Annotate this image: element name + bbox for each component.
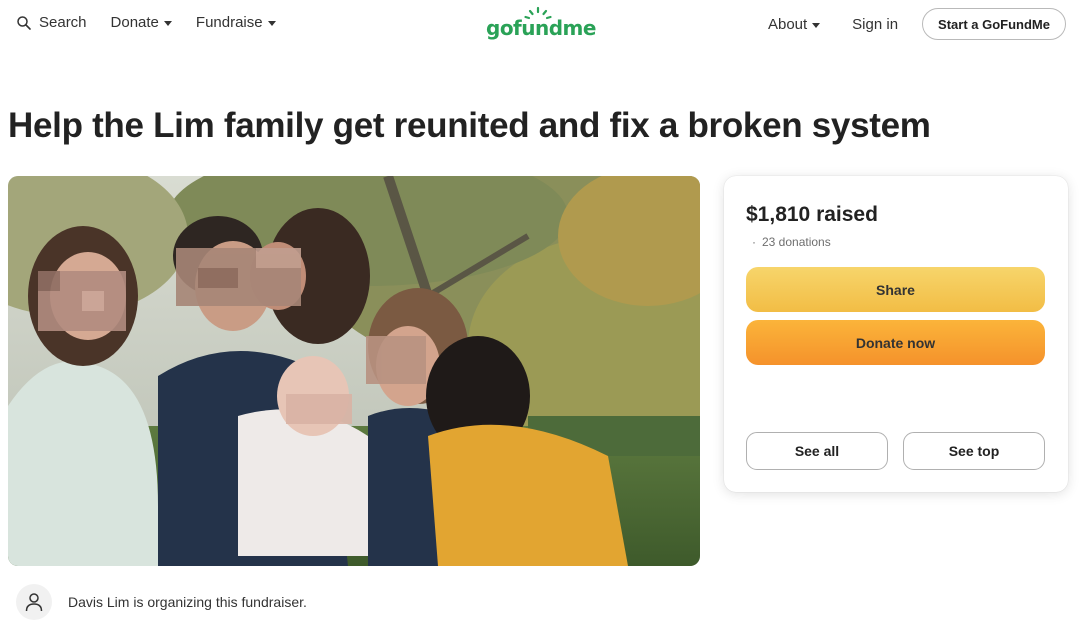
amount-raised: $1,810 raised <box>746 203 878 226</box>
chevron-down-icon <box>812 22 821 28</box>
donation-card: $1,810 raised · 23 donations Share Donate… <box>724 176 1068 492</box>
nav-right: About Sign in Start a GoFundMe <box>768 8 1066 40</box>
nav-left: Search Donate Fundraise <box>16 14 300 31</box>
donation-count: · 23 donations <box>752 235 831 249</box>
search-icon <box>17 15 31 30</box>
search-link[interactable]: Search <box>16 14 87 31</box>
search-label: Search <box>39 14 87 31</box>
organizer-text: Davis Lim is organizing this fundraiser. <box>68 594 307 610</box>
about-menu[interactable]: About <box>767 15 821 33</box>
start-gofundme-button[interactable]: Start a GoFundMe <box>922 8 1066 40</box>
donate-menu[interactable]: Donate <box>111 14 172 31</box>
family-photo <box>8 176 700 566</box>
fundraise-menu-label: Fundraise <box>195 14 263 31</box>
sign-in-link[interactable]: Sign in <box>852 16 898 33</box>
top-nav: Search Donate Fundraise gofundme About S… <box>0 0 1080 48</box>
see-all-button[interactable]: See all <box>746 432 888 470</box>
about-menu-label: About <box>767 15 808 33</box>
donate-now-button[interactable]: Donate now <box>746 320 1045 365</box>
hero-image[interactable] <box>8 176 700 566</box>
donation-dot: · <box>752 235 756 249</box>
donation-count-label: 23 donations <box>762 235 831 249</box>
avatar <box>16 584 52 620</box>
share-button[interactable]: Share <box>746 267 1045 312</box>
chevron-down-icon <box>267 21 276 26</box>
chevron-down-icon <box>163 21 172 26</box>
logo-text: gofundme <box>486 16 596 40</box>
see-top-button[interactable]: See top <box>903 432 1045 470</box>
page-title: Help the Lim family get reunited and fix… <box>8 106 931 145</box>
person-icon <box>25 593 43 612</box>
donate-menu-label: Donate <box>110 14 159 31</box>
organizer-row: Davis Lim is organizing this fundraiser. <box>16 584 307 620</box>
gofundme-logo[interactable]: gofundme <box>486 6 596 42</box>
fundraise-menu[interactable]: Fundraise <box>196 14 276 31</box>
